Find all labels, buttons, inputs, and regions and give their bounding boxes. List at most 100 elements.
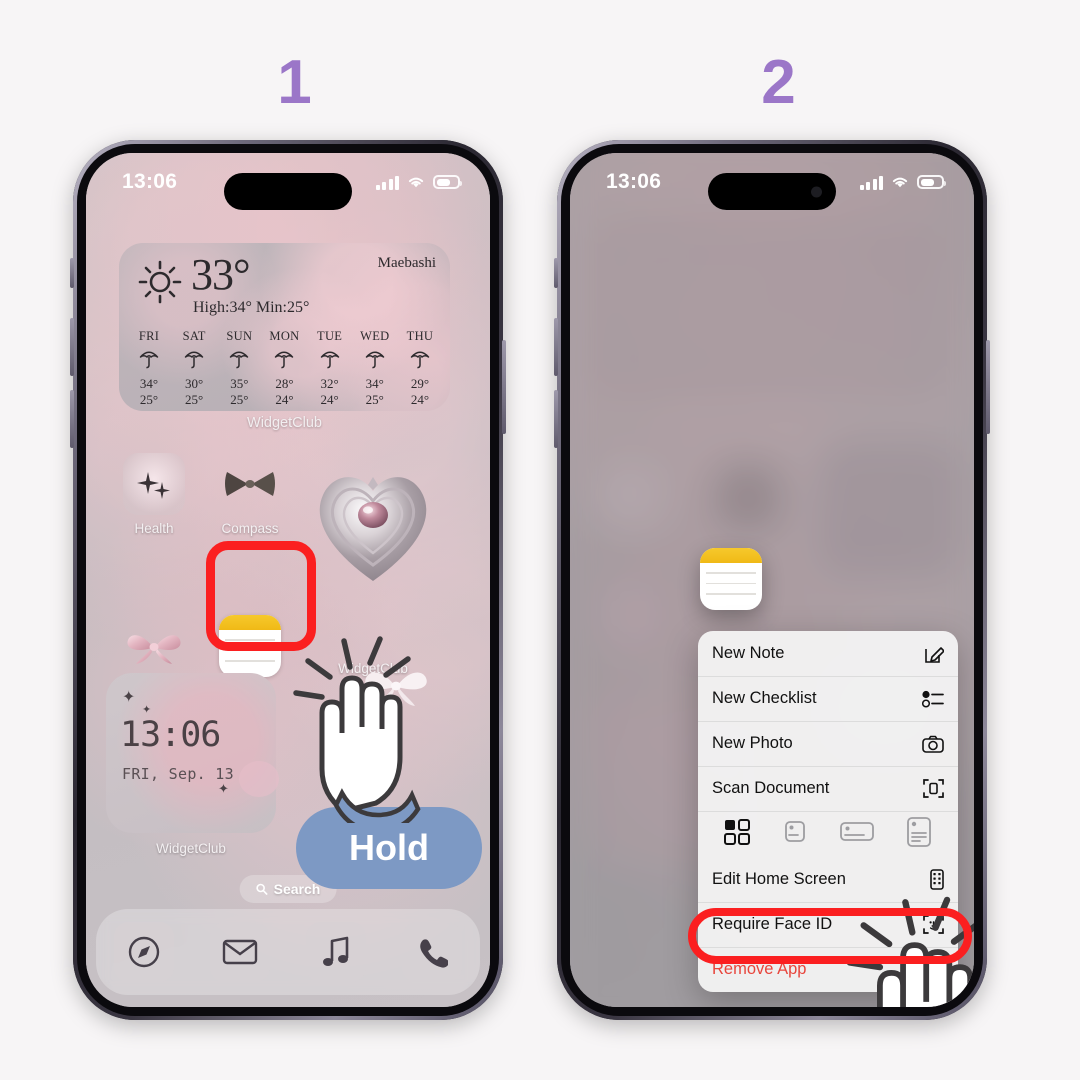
medium-widget-icon[interactable]: [840, 820, 874, 849]
notes-icon-lifted[interactable]: [700, 548, 762, 610]
dock-item-safari[interactable]: [114, 922, 174, 982]
wifi-icon: [407, 175, 425, 189]
forecast-condition-icon: [398, 347, 442, 374]
forecast-condition-icon: [217, 347, 261, 374]
power-button[interactable]: [986, 340, 990, 434]
forecast-high: 35°: [217, 376, 261, 392]
front-camera-icon: [811, 186, 822, 197]
edit-home-icon: [922, 869, 944, 890]
compass-icon: [126, 934, 162, 970]
dock-item-mail[interactable]: [210, 922, 270, 982]
forecast-day-name: MON: [262, 329, 306, 344]
search-label: Search: [274, 881, 321, 897]
forecast-condition-icon: [353, 347, 397, 374]
context-menu-item[interactable]: New Checklist: [698, 676, 958, 721]
forecast-condition-icon: [127, 347, 171, 374]
forecast-day: THU 29°24°: [398, 329, 442, 409]
notes-icon-lines: [219, 639, 281, 662]
step-number-2: 2: [708, 52, 848, 114]
hold-hint-label: Hold: [349, 827, 429, 869]
app-grid-icon[interactable]: [724, 819, 750, 850]
tap-hand-cursor: [282, 633, 452, 828]
weather-city: Maebashi: [378, 255, 436, 272]
forecast-condition-icon: [172, 347, 216, 374]
context-menu-primary-items: New Note New Checklist New Photo Scan Docum…: [698, 631, 958, 811]
forecast-high: 32°: [308, 376, 352, 392]
forecast-day: TUE32°24°: [308, 329, 352, 409]
context-menu-item-label: Scan Document: [712, 779, 922, 798]
silence-switch[interactable]: [70, 258, 74, 288]
umbrella-icon: [273, 347, 295, 369]
weather-forecast-row: FRI34°25°SAT30°25°SUN35°25°MON28°24°TUE3…: [127, 329, 442, 409]
forecast-day-name: THU: [398, 329, 442, 344]
context-menu-item[interactable]: New Photo: [698, 721, 958, 766]
camera-icon: [922, 735, 944, 753]
status-bar-indicators: [376, 175, 461, 190]
phone1-screen: 13:06: [86, 153, 490, 1007]
forecast-day-name: SUN: [217, 329, 261, 344]
forecast-low: 25°: [353, 392, 397, 408]
clock-date: FRI, Sep. 13: [122, 765, 234, 783]
umbrella-icon: [409, 347, 431, 369]
notes-icon: [219, 615, 281, 677]
app-label: Compass: [202, 521, 298, 536]
notes-icon-header: [700, 548, 762, 563]
notes-icon-lines: [700, 572, 762, 595]
app-health[interactable]: Health: [106, 453, 202, 593]
dock-item-phone[interactable]: [402, 922, 462, 982]
umbrella-icon: [319, 347, 341, 369]
phone-mockup-step1: 13:06: [73, 140, 503, 1020]
context-menu-item-label: New Note: [712, 644, 922, 663]
document-scan-icon: [922, 778, 944, 799]
umbrella-icon: [228, 347, 250, 369]
forecast-day: SAT30°25°: [172, 329, 216, 409]
notes-icon: [700, 548, 762, 610]
context-menu-item[interactable]: New Note: [698, 631, 958, 676]
umbrella-icon: [138, 347, 160, 369]
forecast-low: 24°: [398, 392, 442, 408]
silence-switch[interactable]: [554, 258, 558, 288]
power-button[interactable]: [502, 340, 506, 434]
cellular-signal-icon: [860, 175, 884, 190]
context-menu-item-label: New Checklist: [712, 689, 922, 708]
clock-widget-label: WidgetClub: [106, 841, 276, 856]
umbrella-icon: [364, 347, 386, 369]
forecast-day-name: FRI: [127, 329, 171, 344]
forecast-high: 30°: [172, 376, 216, 392]
forecast-high: 29°: [398, 376, 442, 392]
forecast-high: 28°: [262, 376, 306, 392]
phone-handset-icon: [416, 936, 448, 968]
volume-up-button[interactable]: [70, 318, 74, 376]
app-widgetclub-heart[interactable]: [298, 453, 448, 593]
forecast-day-name: TUE: [308, 329, 352, 344]
phone-mockup-step2: 13:06 New NoteNew ChecklistNew: [557, 140, 987, 1020]
forecast-condition-icon: [308, 347, 352, 374]
volume-down-button[interactable]: [70, 390, 74, 448]
wifi-icon: [891, 175, 909, 189]
forecast-day-name: SAT: [172, 329, 216, 344]
volume-down-button[interactable]: [554, 390, 558, 448]
sun-icon: [137, 259, 183, 305]
forecast-high: 34°: [127, 376, 171, 392]
large-widget-icon[interactable]: [906, 817, 932, 852]
weather-widget-label: WidgetClub: [119, 415, 450, 431]
status-bar-indicators: [860, 175, 945, 190]
checklist-icon: [922, 690, 944, 708]
status-bar-time: 13:06: [122, 170, 177, 194]
notes-icon-header: [219, 615, 281, 630]
forecast-day-name: WED: [353, 329, 397, 344]
compose-icon: [922, 644, 944, 664]
forecast-day: WED34°25°: [353, 329, 397, 409]
cellular-signal-icon: [376, 175, 400, 190]
forecast-low: 25°: [127, 392, 171, 408]
dock-item-music[interactable]: [306, 922, 366, 982]
battery-icon: [433, 175, 460, 189]
small-widget-icon[interactable]: [782, 820, 808, 849]
context-menu-item[interactable]: Scan Document: [698, 766, 958, 811]
dynamic-island: [708, 173, 836, 210]
context-menu-item-label: Edit Home Screen: [712, 870, 922, 889]
volume-up-button[interactable]: [554, 318, 558, 376]
app-compass[interactable]: Compass: [202, 453, 298, 593]
compass-bow-icon: [219, 453, 281, 515]
weather-widget[interactable]: 33° High:34° Min:25° Maebashi FRI34°25°S…: [119, 243, 450, 411]
